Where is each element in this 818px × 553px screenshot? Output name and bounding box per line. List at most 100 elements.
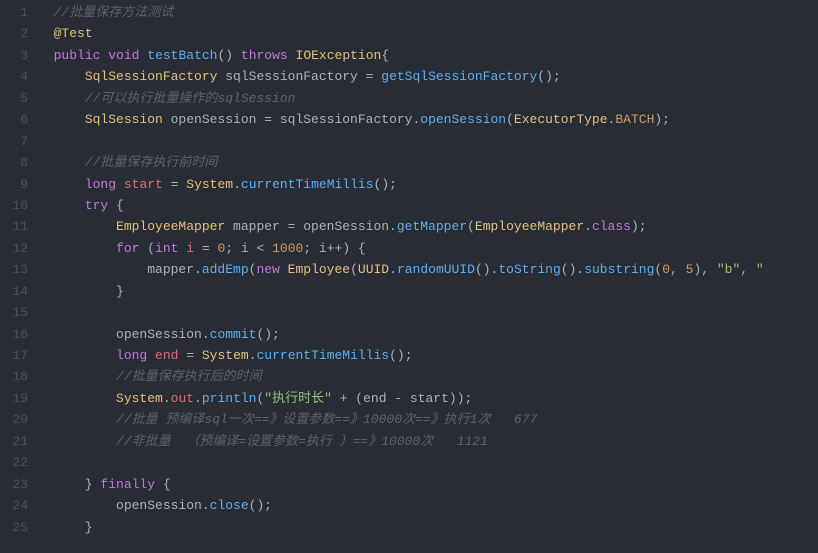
token: ; i <	[225, 241, 272, 256]
code-line[interactable]: try {	[38, 195, 818, 216]
token: currentTimeMillis	[241, 177, 374, 192]
token	[38, 26, 54, 41]
code-line[interactable]: }	[38, 281, 818, 302]
token: .	[163, 391, 171, 406]
token: IOException	[296, 48, 382, 63]
code-line[interactable]: //非批量 （预编译=设置参数=执行 ）==》10000次 1121	[38, 431, 818, 452]
code-line[interactable]: long end = System.currentTimeMillis();	[38, 345, 818, 366]
line-number: 4	[8, 66, 28, 87]
token: for	[116, 241, 139, 256]
code-line[interactable]: System.out.println("执行时长" + (end - start…	[38, 388, 818, 409]
line-number: 7	[8, 131, 28, 152]
code-line[interactable]: EmployeeMapper mapper = openSession.getM…	[38, 216, 818, 237]
token: "	[756, 262, 764, 277]
token: throws	[241, 48, 288, 63]
code-area[interactable]: //批量保存方法测试 @Test public void testBatch()…	[38, 0, 818, 553]
token: SqlSession	[85, 112, 163, 127]
token: );	[654, 112, 670, 127]
token: mapper = openSession.	[225, 219, 397, 234]
token: UUID	[358, 262, 389, 277]
token: openSession	[420, 112, 506, 127]
token: ),	[693, 262, 716, 277]
token: println	[202, 391, 257, 406]
token: .	[233, 177, 241, 192]
token: commit	[210, 327, 257, 342]
code-line[interactable]	[38, 131, 818, 152]
token: ().	[475, 262, 498, 277]
code-line[interactable]: mapper.addEmp(new Employee(UUID.randomUU…	[38, 259, 818, 280]
token: testBatch	[147, 48, 217, 63]
token: (	[139, 241, 155, 256]
token	[280, 262, 288, 277]
token: ();	[389, 348, 412, 363]
token: =	[194, 241, 217, 256]
code-line[interactable]: @Test	[38, 23, 818, 44]
token	[38, 177, 85, 192]
code-line[interactable]: SqlSession openSession = sqlSessionFacto…	[38, 109, 818, 130]
token	[288, 48, 296, 63]
code-line[interactable]: SqlSessionFactory sqlSessionFactory = ge…	[38, 66, 818, 87]
token: EmployeeMapper	[116, 219, 225, 234]
code-line[interactable]: } finally {	[38, 474, 818, 495]
token: close	[210, 498, 249, 513]
code-line[interactable]: long start = System.currentTimeMillis();	[38, 174, 818, 195]
line-number: 9	[8, 174, 28, 195]
token: {	[155, 477, 171, 492]
line-number: 6	[8, 109, 28, 130]
line-number: 2	[8, 23, 28, 44]
token	[38, 112, 85, 127]
code-line[interactable]: openSession.commit();	[38, 324, 818, 345]
token	[38, 241, 116, 256]
code-line[interactable]	[38, 452, 818, 473]
token	[38, 219, 116, 234]
token: {	[108, 198, 124, 213]
token	[38, 369, 116, 384]
token: (	[506, 112, 514, 127]
token: =	[178, 348, 201, 363]
token: i	[186, 241, 194, 256]
line-number: 22	[8, 452, 28, 473]
token	[38, 434, 116, 449]
code-line[interactable]: //批量保存执行后的时间	[38, 366, 818, 387]
token: int	[155, 241, 178, 256]
token: getMapper	[397, 219, 467, 234]
token: System	[202, 348, 249, 363]
line-number: 18	[8, 366, 28, 387]
token: //批量保存执行前时间	[85, 155, 218, 170]
token: long	[85, 177, 116, 192]
token: + (end - start));	[332, 391, 472, 406]
code-line[interactable]: //批量 预编译sql一次==》设置参数==》10000次==》执行1次 677	[38, 409, 818, 430]
line-number-gutter: 1234567891011121314151617181920212223242…	[0, 0, 38, 553]
token: }	[38, 477, 100, 492]
line-number: 23	[8, 474, 28, 495]
code-line[interactable]: for (int i = 0; i < 1000; i++) {	[38, 238, 818, 259]
line-number: 16	[8, 324, 28, 345]
code-line[interactable]: //批量保存执行前时间	[38, 152, 818, 173]
code-line[interactable]: public void testBatch() throws IOExcepti…	[38, 45, 818, 66]
code-editor[interactable]: 1234567891011121314151617181920212223242…	[0, 0, 818, 553]
token: EmployeeMapper	[475, 219, 584, 234]
token	[38, 48, 54, 63]
token	[38, 348, 116, 363]
token: System	[186, 177, 233, 192]
code-line[interactable]: //可以执行批量操作的sqlSession	[38, 88, 818, 109]
line-number: 10	[8, 195, 28, 216]
token: .	[584, 219, 592, 234]
token: "b"	[717, 262, 740, 277]
code-line[interactable]	[38, 302, 818, 323]
token: start	[124, 177, 163, 192]
token: BATCH	[615, 112, 654, 127]
token: (	[467, 219, 475, 234]
token: .	[389, 262, 397, 277]
line-number: 15	[8, 302, 28, 323]
code-line[interactable]: }	[38, 517, 818, 538]
token: openSession = sqlSessionFactory.	[163, 112, 420, 127]
code-line[interactable]: //批量保存方法测试	[38, 2, 818, 23]
token: ();	[256, 327, 279, 342]
token: .	[194, 391, 202, 406]
token: currentTimeMillis	[256, 348, 389, 363]
token: @Test	[54, 26, 93, 41]
line-number: 13	[8, 259, 28, 280]
token	[38, 134, 46, 149]
code-line[interactable]: openSession.close();	[38, 495, 818, 516]
